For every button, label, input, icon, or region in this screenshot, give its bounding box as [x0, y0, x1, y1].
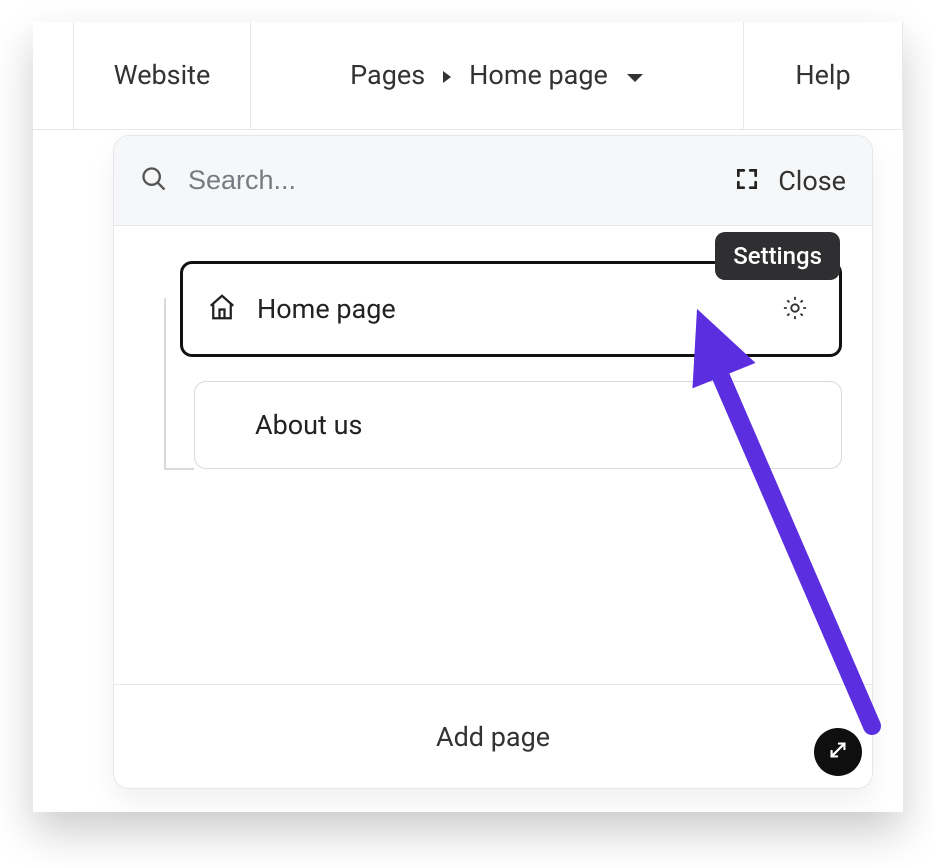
- pages-breadcrumb[interactable]: Pages Home page: [251, 22, 743, 129]
- caret-down-icon: [626, 62, 644, 89]
- tooltip-text: Settings: [733, 242, 822, 270]
- add-page-label: Add page: [436, 721, 550, 753]
- tree-connector-vertical: [164, 298, 166, 468]
- fullscreen-icon[interactable]: [734, 166, 760, 196]
- page-label: Home page: [257, 293, 775, 325]
- top-bar: Website Pages Home page Help: [33, 22, 903, 130]
- close-button[interactable]: Close: [778, 165, 846, 197]
- tree-connector-horizontal: [164, 468, 194, 470]
- pages-panel: Close Settings Home page: [113, 135, 873, 789]
- page-label: About us: [255, 409, 817, 441]
- settings-tooltip: Settings: [715, 232, 840, 280]
- resize-icon: [827, 739, 849, 765]
- resize-handle[interactable]: [814, 728, 862, 776]
- search-input[interactable]: [186, 164, 716, 197]
- home-icon: [207, 292, 237, 326]
- help-label: Help: [795, 62, 850, 89]
- add-page-button[interactable]: Add page: [114, 684, 872, 788]
- search-icon: [140, 165, 168, 197]
- page-settings-button[interactable]: [775, 289, 815, 329]
- panel-header: Close: [114, 136, 872, 226]
- website-tab[interactable]: Website: [73, 22, 251, 129]
- help-tab[interactable]: Help: [743, 22, 903, 129]
- app-window: Website Pages Home page Help: [33, 22, 903, 812]
- gear-icon: [781, 294, 809, 325]
- website-label: Website: [114, 62, 211, 89]
- pages-label: Pages: [350, 62, 425, 89]
- page-row-about[interactable]: About us: [194, 381, 842, 469]
- current-page-label: Home page: [469, 62, 608, 89]
- chevron-right-icon: [441, 67, 453, 87]
